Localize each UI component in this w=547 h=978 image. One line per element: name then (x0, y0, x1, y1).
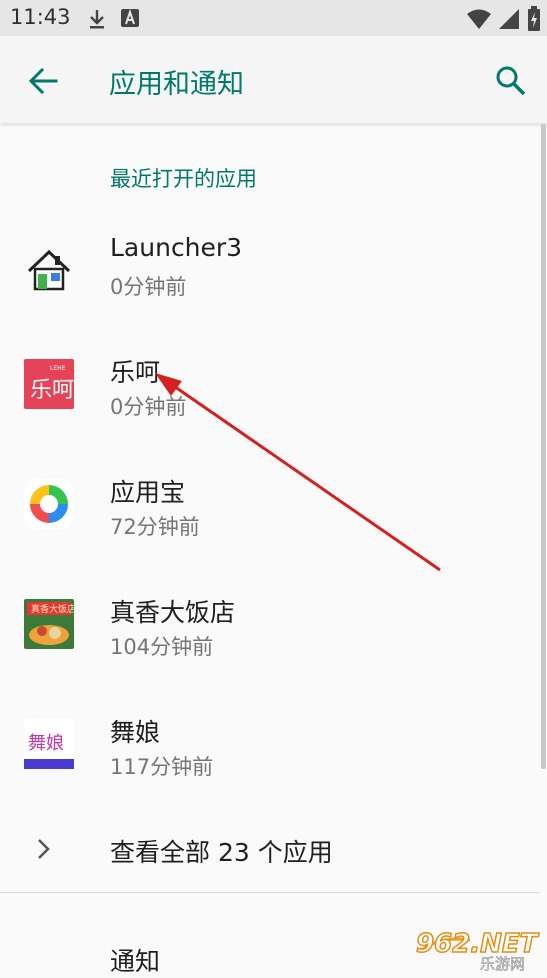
see-all-apps-row[interactable]: 查看全部 23 个应用 (0, 815, 540, 885)
app-name: Launcher3 (110, 233, 243, 262)
app-last-used: 0分钟前 (110, 395, 187, 419)
app-bar: 应用和通知 (0, 36, 547, 123)
signal-icon (499, 9, 519, 29)
list-item-yingyongbao[interactable]: 应用宝 72分钟前 (0, 453, 540, 573)
launcher3-icon (27, 249, 71, 291)
page-title: 应用和通知 (109, 69, 244, 100)
zhenxiang-app-icon: 真香大饭店 (24, 599, 74, 649)
watermark-sub: 乐游网 (480, 955, 525, 972)
notification-a-icon (121, 8, 139, 27)
download-icon (90, 10, 104, 29)
wuniang-app-icon: 舞娘 (24, 719, 74, 769)
chevron-right-icon (38, 839, 50, 859)
search-icon[interactable] (492, 62, 530, 100)
app-last-used: 104分钟前 (110, 635, 214, 659)
yingyongbao-app-icon (24, 479, 74, 529)
list-item-launcher3[interactable]: Launcher3 0分钟前 (0, 213, 540, 333)
status-time: 11:43 (10, 5, 71, 29)
battery-charging-icon (528, 6, 540, 31)
wifi-icon (467, 9, 491, 29)
status-bar: 11:43 (0, 0, 547, 36)
app-name: 乐呵 (110, 358, 161, 387)
see-all-apps-label: 查看全部 23 个应用 (110, 838, 333, 867)
svg-text:舞娘: 舞娘 (28, 733, 64, 754)
lehe-app-icon: LEHE 乐呵 (24, 359, 74, 409)
list-item-lehe[interactable]: LEHE 乐呵 乐呵 0分钟前 (0, 333, 540, 453)
notifications-item[interactable]: 通知 (110, 942, 160, 978)
app-name: 真香大饭店 (110, 598, 236, 627)
watermark-logo: 962.NET 乐游网 (410, 922, 544, 973)
divider (0, 892, 540, 893)
scrollbar[interactable] (541, 124, 546, 769)
list-item-zhenxiang[interactable]: 真香大饭店 真香大饭店 104分钟前 (0, 573, 540, 693)
app-last-used: 117分钟前 (110, 755, 214, 779)
list-item-wuniang[interactable]: 舞娘 舞娘 117分钟前 (0, 693, 540, 813)
app-name: 舞娘 (110, 718, 161, 747)
recent-apps-header: 最近打开的应用 (110, 167, 257, 191)
back-arrow-icon[interactable] (24, 62, 62, 100)
svg-text:乐呵: 乐呵 (30, 378, 74, 403)
app-last-used: 0分钟前 (110, 275, 187, 299)
app-name: 应用宝 (110, 478, 186, 507)
svg-text:LEHE: LEHE (50, 365, 66, 372)
app-last-used: 72分钟前 (110, 515, 200, 539)
svg-text:真香大饭店: 真香大饭店 (31, 603, 74, 615)
